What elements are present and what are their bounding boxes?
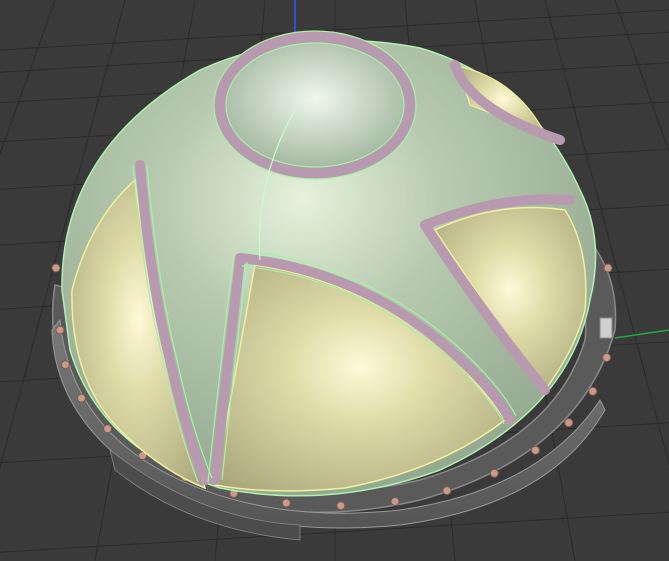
rivet [602,353,612,362]
rivet [603,263,613,273]
rivet [281,498,291,508]
rivet [103,424,113,434]
grid-line [0,0,56,156]
rivet [336,501,346,511]
ring-latch[interactable] [599,317,613,339]
rivet [489,468,499,478]
rivet [390,497,400,506]
x-axis-line [614,329,669,339]
viewport-canvas[interactable] [0,0,669,561]
rivet [77,393,86,403]
rivet [564,418,574,428]
rivet [588,386,598,396]
top-circle-ring[interactable] [213,30,417,180]
3d-viewport[interactable] [0,0,669,561]
rivet [442,486,452,496]
grid-line [614,0,669,153]
rivet [51,263,61,273]
rivet [60,360,70,370]
rivet [531,445,540,455]
rivet [55,325,65,335]
